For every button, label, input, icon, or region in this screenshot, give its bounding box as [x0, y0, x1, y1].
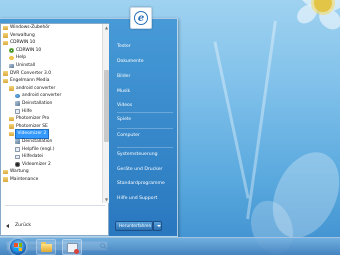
program-item-label: Wartung [10, 169, 29, 175]
program-item[interactable]: Photomizer SE [1, 123, 102, 131]
folder-icon [3, 33, 8, 38]
program-item-label: Engelmann Media [10, 78, 50, 84]
document-icon [15, 154, 20, 160]
taskbar [0, 237, 340, 255]
program-item[interactable]: Deinstallation [1, 138, 102, 146]
program-item[interactable]: DVR Converter 3.0 [1, 70, 102, 78]
program-item-label: CDRWIN 10 [16, 47, 42, 53]
program-item[interactable]: android converter [1, 92, 102, 100]
program-item[interactable]: android converter [1, 85, 102, 93]
folder-icon [3, 40, 8, 46]
program-item-label: Hilfe [22, 108, 32, 114]
program-item[interactable]: CDRWIN 10 [1, 39, 102, 47]
uninstall-icon [9, 63, 14, 69]
folder-icon [9, 86, 14, 91]
program-item[interactable]: Uninstall [1, 62, 102, 70]
program-item-label: Maintenance [10, 176, 39, 182]
program-item-label: android converter [22, 93, 62, 99]
program-item[interactable]: Photomizer Pro [1, 115, 102, 123]
right-link[interactable]: Bilder [117, 74, 130, 79]
program-item-label: Deinstallation [22, 100, 53, 106]
folder-icon [3, 25, 8, 31]
app-icon [15, 93, 20, 99]
folder-icon [3, 71, 8, 76]
uninstall-icon [15, 139, 20, 144]
program-item-label: Verwaltung [10, 32, 35, 38]
back-arrow-icon [6, 223, 9, 228]
program-item[interactable]: Engelmann Media [1, 77, 102, 85]
folder-icon [3, 169, 8, 175]
right-link[interactable]: Tester [117, 44, 131, 49]
folder-icon [9, 116, 14, 122]
program-item-label: Videomizer 2 [15, 129, 49, 139]
program-item-label: Hilfedatei [22, 154, 44, 160]
program-item[interactable]: Maintenance [1, 176, 102, 184]
folder-icon [3, 177, 8, 182]
separator [117, 128, 173, 129]
right-link[interactable]: Standardprogramme [117, 181, 165, 186]
scroll-up-icon[interactable]: ▲ [104, 25, 109, 30]
user-picture[interactable]: e [130, 7, 152, 29]
shutdown-options-button[interactable] [153, 221, 162, 231]
document-icon [15, 109, 20, 114]
programs-scrollbar[interactable]: ▲ ▼ [102, 24, 109, 203]
folder-icon [9, 124, 14, 129]
program-item[interactable]: Wartung [1, 168, 102, 176]
explorer-folder-icon [41, 242, 52, 252]
programs-pane: Windows-Zubehör Verwaltung CDRWIN 10 CDRWIN… [0, 23, 109, 236]
videomizer-icon [15, 162, 20, 167]
program-item[interactable]: Windows-Zubehör [1, 24, 102, 32]
scroll-down-icon[interactable]: ▼ [104, 197, 109, 202]
user-logo-icon: e [134, 11, 148, 25]
taskbar-explorer-button[interactable] [36, 239, 56, 255]
program-item[interactable]: Deinstallation [1, 100, 102, 108]
program-item-label: Windows-Zubehör [10, 25, 50, 30]
program-item-label: Deinstallation [22, 138, 53, 144]
program-item[interactable]: CDRWIN 10 [1, 47, 102, 55]
help-icon [9, 55, 14, 61]
uninstall-icon [15, 101, 20, 106]
program-item[interactable]: Hilfe [1, 108, 102, 116]
program-item-label: Videomizer 2 [22, 161, 51, 167]
app-window-icon [67, 243, 79, 254]
divider [5, 205, 105, 206]
shutdown-label: Herunterfahren [119, 223, 152, 228]
document-icon [15, 147, 20, 152]
separator [117, 147, 173, 148]
program-item-label: Photomizer SE [16, 123, 48, 129]
separator [117, 112, 173, 113]
right-link[interactable]: Hilfe und Support [117, 196, 157, 201]
program-item-label: CDRWIN 10 [10, 40, 36, 46]
folder-icon [3, 78, 8, 84]
windows-orb-icon[interactable] [10, 239, 26, 255]
cdrwin-icon [9, 48, 14, 53]
right-link[interactable]: Spiele [117, 117, 131, 122]
program-item[interactable]: Videomizer 2 [1, 161, 102, 169]
program-item-label: Uninstall [16, 62, 36, 68]
program-item-label: Helpfile (engl.) [22, 146, 55, 152]
right-link[interactable]: Computer [117, 133, 140, 138]
all-programs-list: Windows-Zubehör Verwaltung CDRWIN 10 CDRWIN… [1, 24, 102, 203]
right-link[interactable]: Geräte und Drucker [117, 167, 162, 172]
back-label: Zurück [15, 223, 32, 228]
folder-icon [9, 131, 14, 137]
shutdown-button[interactable]: Herunterfahren [115, 221, 153, 231]
right-link[interactable]: Videos [117, 103, 132, 108]
back-button[interactable]: Zurück [6, 223, 31, 228]
program-item[interactable]: Videomizer 2 [1, 129, 102, 139]
program-item-label: DVR Converter 3.0 [10, 70, 51, 76]
program-item[interactable]: Help [1, 54, 102, 62]
program-item[interactable]: Hilfedatei [1, 153, 102, 161]
right-link[interactable]: Systemsteuerung [117, 152, 158, 157]
program-item[interactable]: Helpfile (engl.) [1, 146, 102, 154]
taskbar-app-button[interactable] [62, 239, 82, 255]
right-link[interactable]: Musik [117, 89, 130, 94]
program-item-label: Help [16, 55, 27, 61]
program-item-label: android converter [16, 85, 56, 91]
program-item[interactable]: Verwaltung [1, 32, 102, 40]
right-link[interactable]: Dokumente [117, 59, 144, 64]
program-item-label: Photomizer Pro [16, 116, 50, 122]
scroll-thumb[interactable] [104, 70, 109, 142]
